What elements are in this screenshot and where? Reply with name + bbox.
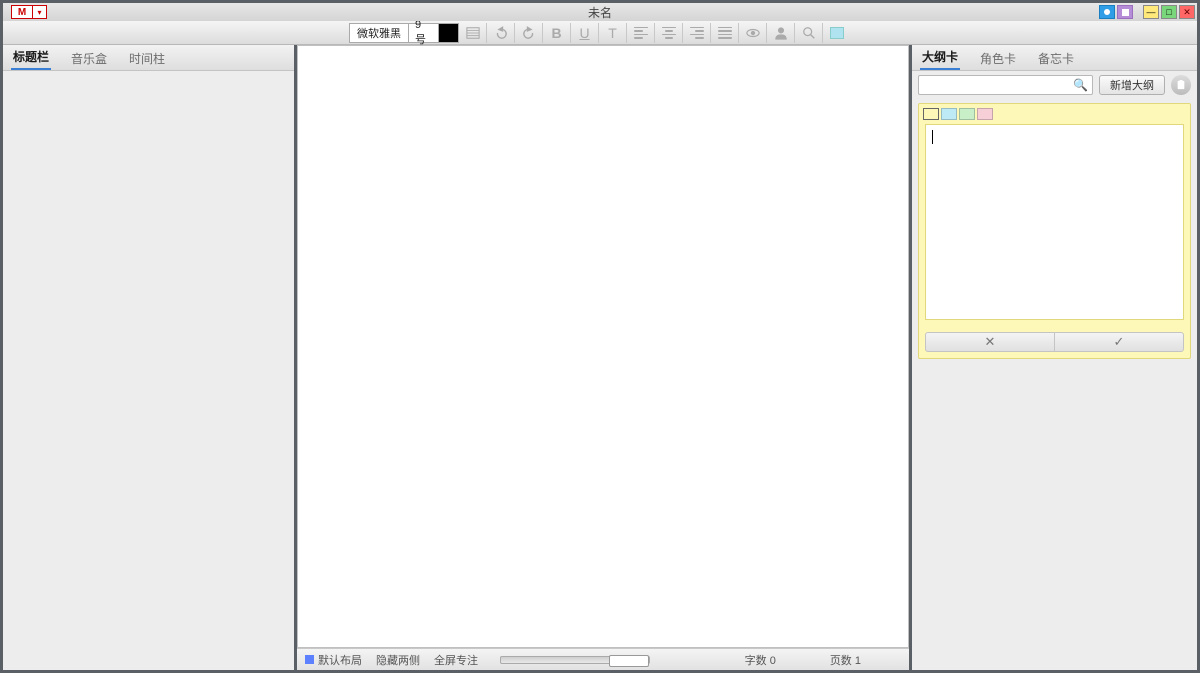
word-count: 字数 0 [745, 652, 776, 668]
user-button[interactable] [767, 23, 795, 43]
align-justify-button[interactable] [711, 23, 739, 43]
right-tabs: 大纲卡 角色卡 备忘卡 [912, 45, 1197, 71]
left-panel-content [3, 71, 294, 670]
left-panel: 标题栏 音乐盒 时间柱 [3, 45, 297, 670]
insert-image-button[interactable] [459, 23, 487, 43]
color-swatch-pink[interactable] [977, 108, 993, 120]
card-confirm-button[interactable]: ✓ [1054, 333, 1183, 351]
zoom-slider[interactable] [500, 656, 650, 664]
left-tabs: 标题栏 音乐盒 时间柱 [3, 45, 294, 71]
tray-icon-2[interactable] [1117, 5, 1133, 19]
panel-toggle-button[interactable] [823, 23, 851, 43]
right-panel: 大纲卡 角色卡 备忘卡 🔍 新增大纲 [909, 45, 1197, 670]
search-icon: 🔍 [1073, 78, 1088, 92]
undo-button[interactable] [487, 23, 515, 43]
page-count: 页数 1 [830, 652, 861, 668]
formatting-toolbar: 微软雅黑 9号 B U T [3, 21, 1197, 45]
color-swatch-cyan[interactable] [941, 108, 957, 120]
tab-title-column[interactable]: 标题栏 [11, 44, 51, 70]
maximize-button[interactable]: □ [1161, 5, 1177, 19]
text-cursor [932, 130, 933, 144]
color-swatch-green[interactable] [959, 108, 975, 120]
bold-button[interactable]: B [543, 23, 571, 43]
preview-button[interactable] [739, 23, 767, 43]
status-bar: 默认布局 隐藏两侧 全屏专注 字数 0 页数 1 [297, 648, 909, 670]
editor-canvas[interactable] [297, 45, 909, 648]
app-menu-icon[interactable]: M [11, 5, 33, 19]
layout-default-label: 默认布局 [318, 652, 362, 668]
zoom-slider-thumb[interactable] [609, 655, 649, 667]
color-swatch-yellow[interactable] [923, 108, 939, 120]
tab-timeline[interactable]: 时间柱 [127, 46, 167, 70]
text-button[interactable]: T [599, 23, 627, 43]
fullscreen-focus-link[interactable]: 全屏专注 [434, 652, 478, 668]
outline-search-input[interactable] [923, 79, 1073, 91]
card-text-area[interactable] [925, 124, 1184, 320]
search-button[interactable] [795, 23, 823, 43]
tab-music-box[interactable]: 音乐盒 [69, 46, 109, 70]
window-title: 未名 [3, 4, 1197, 21]
hide-sides-link[interactable]: 隐藏两侧 [376, 652, 420, 668]
center-panel: 默认布局 隐藏两侧 全屏专注 字数 0 页数 1 [297, 45, 909, 670]
clipboard-button[interactable] [1171, 75, 1191, 95]
align-right-button[interactable] [683, 23, 711, 43]
outline-card: ✕ ✓ [918, 103, 1191, 359]
card-color-row [919, 104, 1190, 124]
underline-button[interactable]: U [571, 23, 599, 43]
tab-outline-card[interactable]: 大纲卡 [920, 44, 960, 70]
close-button[interactable]: ✕ [1179, 5, 1195, 19]
redo-button[interactable] [515, 23, 543, 43]
tab-memo-card[interactable]: 备忘卡 [1036, 46, 1076, 70]
font-size-select[interactable]: 9号 [409, 23, 439, 43]
font-color-button[interactable] [439, 23, 459, 43]
layout-default-toggle[interactable]: 默认布局 [305, 652, 362, 668]
align-left-button[interactable] [627, 23, 655, 43]
align-center-button[interactable] [655, 23, 683, 43]
app-menu-dropdown[interactable]: ▾ [33, 5, 47, 19]
outline-search[interactable]: 🔍 [918, 75, 1093, 95]
card-cancel-button[interactable]: ✕ [926, 333, 1054, 351]
add-outline-button[interactable]: 新增大纲 [1099, 75, 1165, 95]
font-family-select[interactable]: 微软雅黑 [349, 23, 409, 43]
titlebar: M ▾ 未名 — □ ✕ [3, 3, 1197, 21]
tab-role-card[interactable]: 角色卡 [978, 46, 1018, 70]
tray-icon-1[interactable] [1099, 5, 1115, 19]
minimize-button[interactable]: — [1143, 5, 1159, 19]
card-actions: ✕ ✓ [925, 332, 1184, 352]
